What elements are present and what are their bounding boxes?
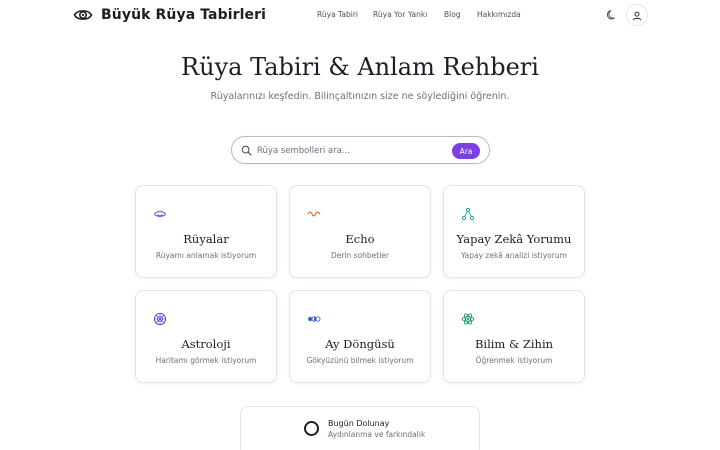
- wave-icon: [307, 207, 321, 221]
- brand-logo-link[interactable]: Büyük Rüya Tabirleri: [73, 5, 266, 25]
- nav-ruya-tabiri[interactable]: Rüya Tabiri: [317, 10, 373, 19]
- user-account-button[interactable]: [626, 4, 648, 26]
- card-bilim-zihin[interactable]: Bilim & Zihin Öğrenmek istiyorum: [443, 290, 585, 383]
- card-subtitle: Yapay zekâ analizi istiyorum: [461, 251, 567, 260]
- search-icon: [241, 145, 252, 156]
- card-subtitle: Gökyüzünü bilmek istiyorum: [306, 356, 414, 365]
- card-subtitle: Haritamı görmek istiyorum: [155, 356, 257, 365]
- moon-phase-card[interactable]: Bugün Dolunay Aydınlanma ve farkındalık: [240, 406, 480, 450]
- moon-phase-title: Bugün Dolunay: [328, 419, 390, 428]
- nav-blog[interactable]: Blog: [444, 10, 477, 19]
- main-nav: Rüya Tabiri Rüya Yor Yankı Blog Hakkımız…: [317, 10, 537, 19]
- page-subtitle: Rüyalarınızı keşfedin. Bilinçaltınızın s…: [210, 91, 510, 102]
- card-echo[interactable]: Echo Derin sohbetler: [289, 185, 431, 278]
- nav-hakkimizda[interactable]: Hakkımızda: [477, 10, 537, 19]
- nav-ruya-yor[interactable]: Rüya Yor: [373, 10, 408, 19]
- card-subtitle: Rüyamı anlamak istiyorum: [155, 251, 257, 260]
- card-subtitle: Derin sohbetler: [330, 251, 390, 260]
- search-button[interactable]: Ara: [452, 143, 480, 159]
- eye-logo-icon: [73, 5, 93, 25]
- card-title: Yapay Zekâ Yorumu: [456, 232, 572, 246]
- user-icon: [632, 6, 642, 25]
- card-title: Bilim & Zihin: [474, 337, 554, 351]
- card-title: Astroloji: [181, 337, 231, 351]
- page-title: Rüya Tabiri & Anlam Rehberi: [181, 53, 539, 81]
- network-icon: [461, 207, 475, 221]
- zodiac-icon: [153, 312, 167, 326]
- card-title: Echo: [345, 232, 375, 246]
- card-ay-dongusu[interactable]: Ay Döngüsü Gökyüzünü bilmek istiyorum: [289, 290, 431, 383]
- search-input[interactable]: [257, 144, 447, 158]
- moon-phases-icon: [307, 312, 321, 326]
- card-subtitle: Öğrenmek istiyorum: [475, 356, 553, 365]
- eye-icon: [153, 207, 167, 221]
- brand-title: Büyük Rüya Tabirleri: [101, 7, 267, 23]
- card-title: Rüyalar: [183, 232, 229, 246]
- moon-phase-subtitle: Aydınlanma ve farkındalık: [328, 430, 426, 439]
- atom-icon: [461, 312, 475, 326]
- card-yapay-zeka[interactable]: Yapay Zekâ Yorumu Yapay zekâ analizi ist…: [443, 185, 585, 278]
- card-ruyalar[interactable]: Rüyalar Rüyamı anlamak istiyorum: [135, 185, 277, 278]
- theme-toggle-moon-icon[interactable]: [606, 9, 618, 21]
- nav-yanki[interactable]: Yankı: [408, 10, 444, 19]
- search-bar: Ara: [231, 136, 490, 164]
- full-moon-icon: [304, 421, 319, 436]
- card-astroloji[interactable]: Astroloji Haritamı görmek istiyorum: [135, 290, 277, 383]
- top-bar: Büyük Rüya Tabirleri Rüya Tabiri Rüya Yo…: [0, 0, 720, 30]
- card-title: Ay Döngüsü: [325, 337, 395, 351]
